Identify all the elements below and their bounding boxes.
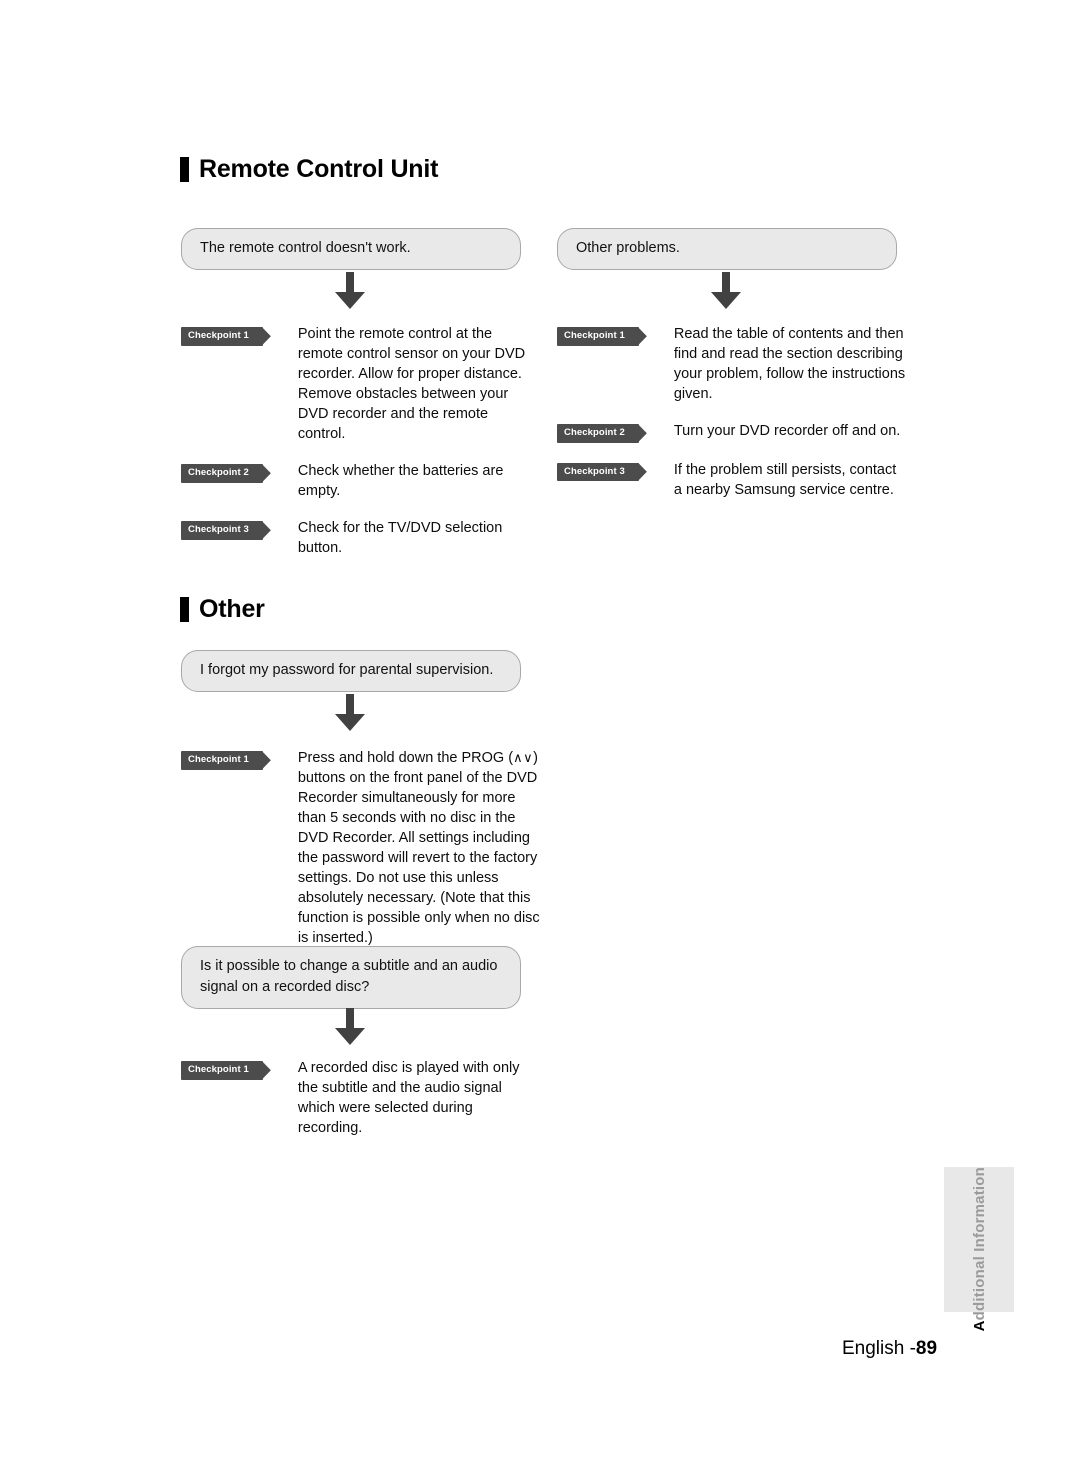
checkpoint-text: Read the table of contents and then find… [673,326,906,402]
checkpoint-list-forgot-password: Checkpoint 1 Press and hold down the PRO… [181,748,541,948]
checkpoint-list-other-problems: Checkpoint 1 Read the table of contents … [557,324,907,500]
checkpoint-text: Turn your DVD recorder off and on. [673,423,901,439]
footer-page-label: English -89 [842,1338,937,1360]
question-box-forgot-password: I forgot my password for parental superv… [181,650,521,693]
checkpoint-badge: Checkpoint 1 [181,327,263,346]
checkpoint-text: Press and hold down the PROG (∧∨) button… [298,748,541,948]
question-box-other-problems: Other problems. [557,228,897,271]
checkpoint-row: Checkpoint 1 A recorded disc is played w… [181,1058,541,1138]
checkpoint-row: Checkpoint 1 Press and hold down the PRO… [181,748,541,948]
question-text: I forgot my password for parental superv… [200,662,494,678]
side-tab-lead-letter: A [970,1320,988,1332]
manual-page: Remote Control Unit The remote control d… [0,0,1080,1470]
section-heading-remote-control-unit: Remote Control Unit [180,157,438,182]
checkpoint-text: Check whether the batteries are empty. [297,463,504,499]
section-title: Other [199,595,265,623]
checkpoint-text: Point the remote control at the remote c… [297,326,526,442]
side-tab-additional-information: Additional Information [944,1167,1014,1331]
checkpoint-badge: Checkpoint 3 [557,462,639,481]
checkpoint-row: Checkpoint 3 If the problem still persis… [557,460,907,500]
checkpoint-list-remote-not-working: Checkpoint 1 Point the remote control at… [181,324,531,558]
checkpoint-text: Check for the TV/DVD selection button. [297,520,503,556]
question-text: Other problems. [576,240,680,256]
checkpoint-badge: Checkpoint 2 [181,464,263,483]
checkpoint-row: Checkpoint 1 Read the table of contents … [557,324,907,404]
down-arrow-icon [333,694,367,732]
page-title: Remote Control Unit [199,155,439,183]
footer-page-number: 89 [915,1338,938,1359]
checkpoint-list-change-subtitle-audio: Checkpoint 1 A recorded disc is played w… [181,1058,541,1138]
down-arrow-icon [333,272,367,310]
checkpoint-badge: Checkpoint 2 [557,424,639,443]
footer-language: English - [842,1338,916,1359]
heading-marker-icon [180,597,189,622]
side-tab-rest: dditional Information [970,1167,988,1321]
checkpoint-row: Checkpoint 3 Check for the TV/DVD select… [181,518,531,558]
question-box-change-subtitle-audio: Is it possible to change a subtitle and … [181,946,521,1010]
checkpoint-badge: Checkpoint 1 [181,751,263,770]
checkpoint-text-after: ) buttons on the front panel of the DVD … [297,750,540,946]
checkpoint-badge: Checkpoint 1 [557,327,639,346]
heading-marker-icon [180,157,189,182]
checkpoint-text: If the problem still persists, contact a… [673,461,897,498]
checkpoint-row: Checkpoint 2 Turn your DVD recorder off … [557,421,907,443]
checkpoint-row: Checkpoint 1 Point the remote control at… [181,324,531,444]
question-text: Is it possible to change a subtitle and … [200,958,498,996]
question-text: The remote control doesn't work. [200,240,411,256]
checkpoint-text: A recorded disc is played with only the … [297,1060,520,1136]
checkpoint-badge: Checkpoint 1 [181,1061,263,1080]
checkpoint-badge: Checkpoint 3 [181,521,263,540]
prog-chevrons-icon: ∧∨ [513,750,534,765]
question-box-remote-not-working: The remote control doesn't work. [181,228,521,271]
down-arrow-icon [709,272,743,310]
side-tab-label: Additional Information [971,1167,988,1345]
section-heading-other: Other [180,597,265,622]
down-arrow-icon [333,1008,367,1046]
checkpoint-row: Checkpoint 2 Check whether the batteries… [181,461,531,501]
checkpoint-text-before: Press and hold down the PROG ( [297,750,514,766]
